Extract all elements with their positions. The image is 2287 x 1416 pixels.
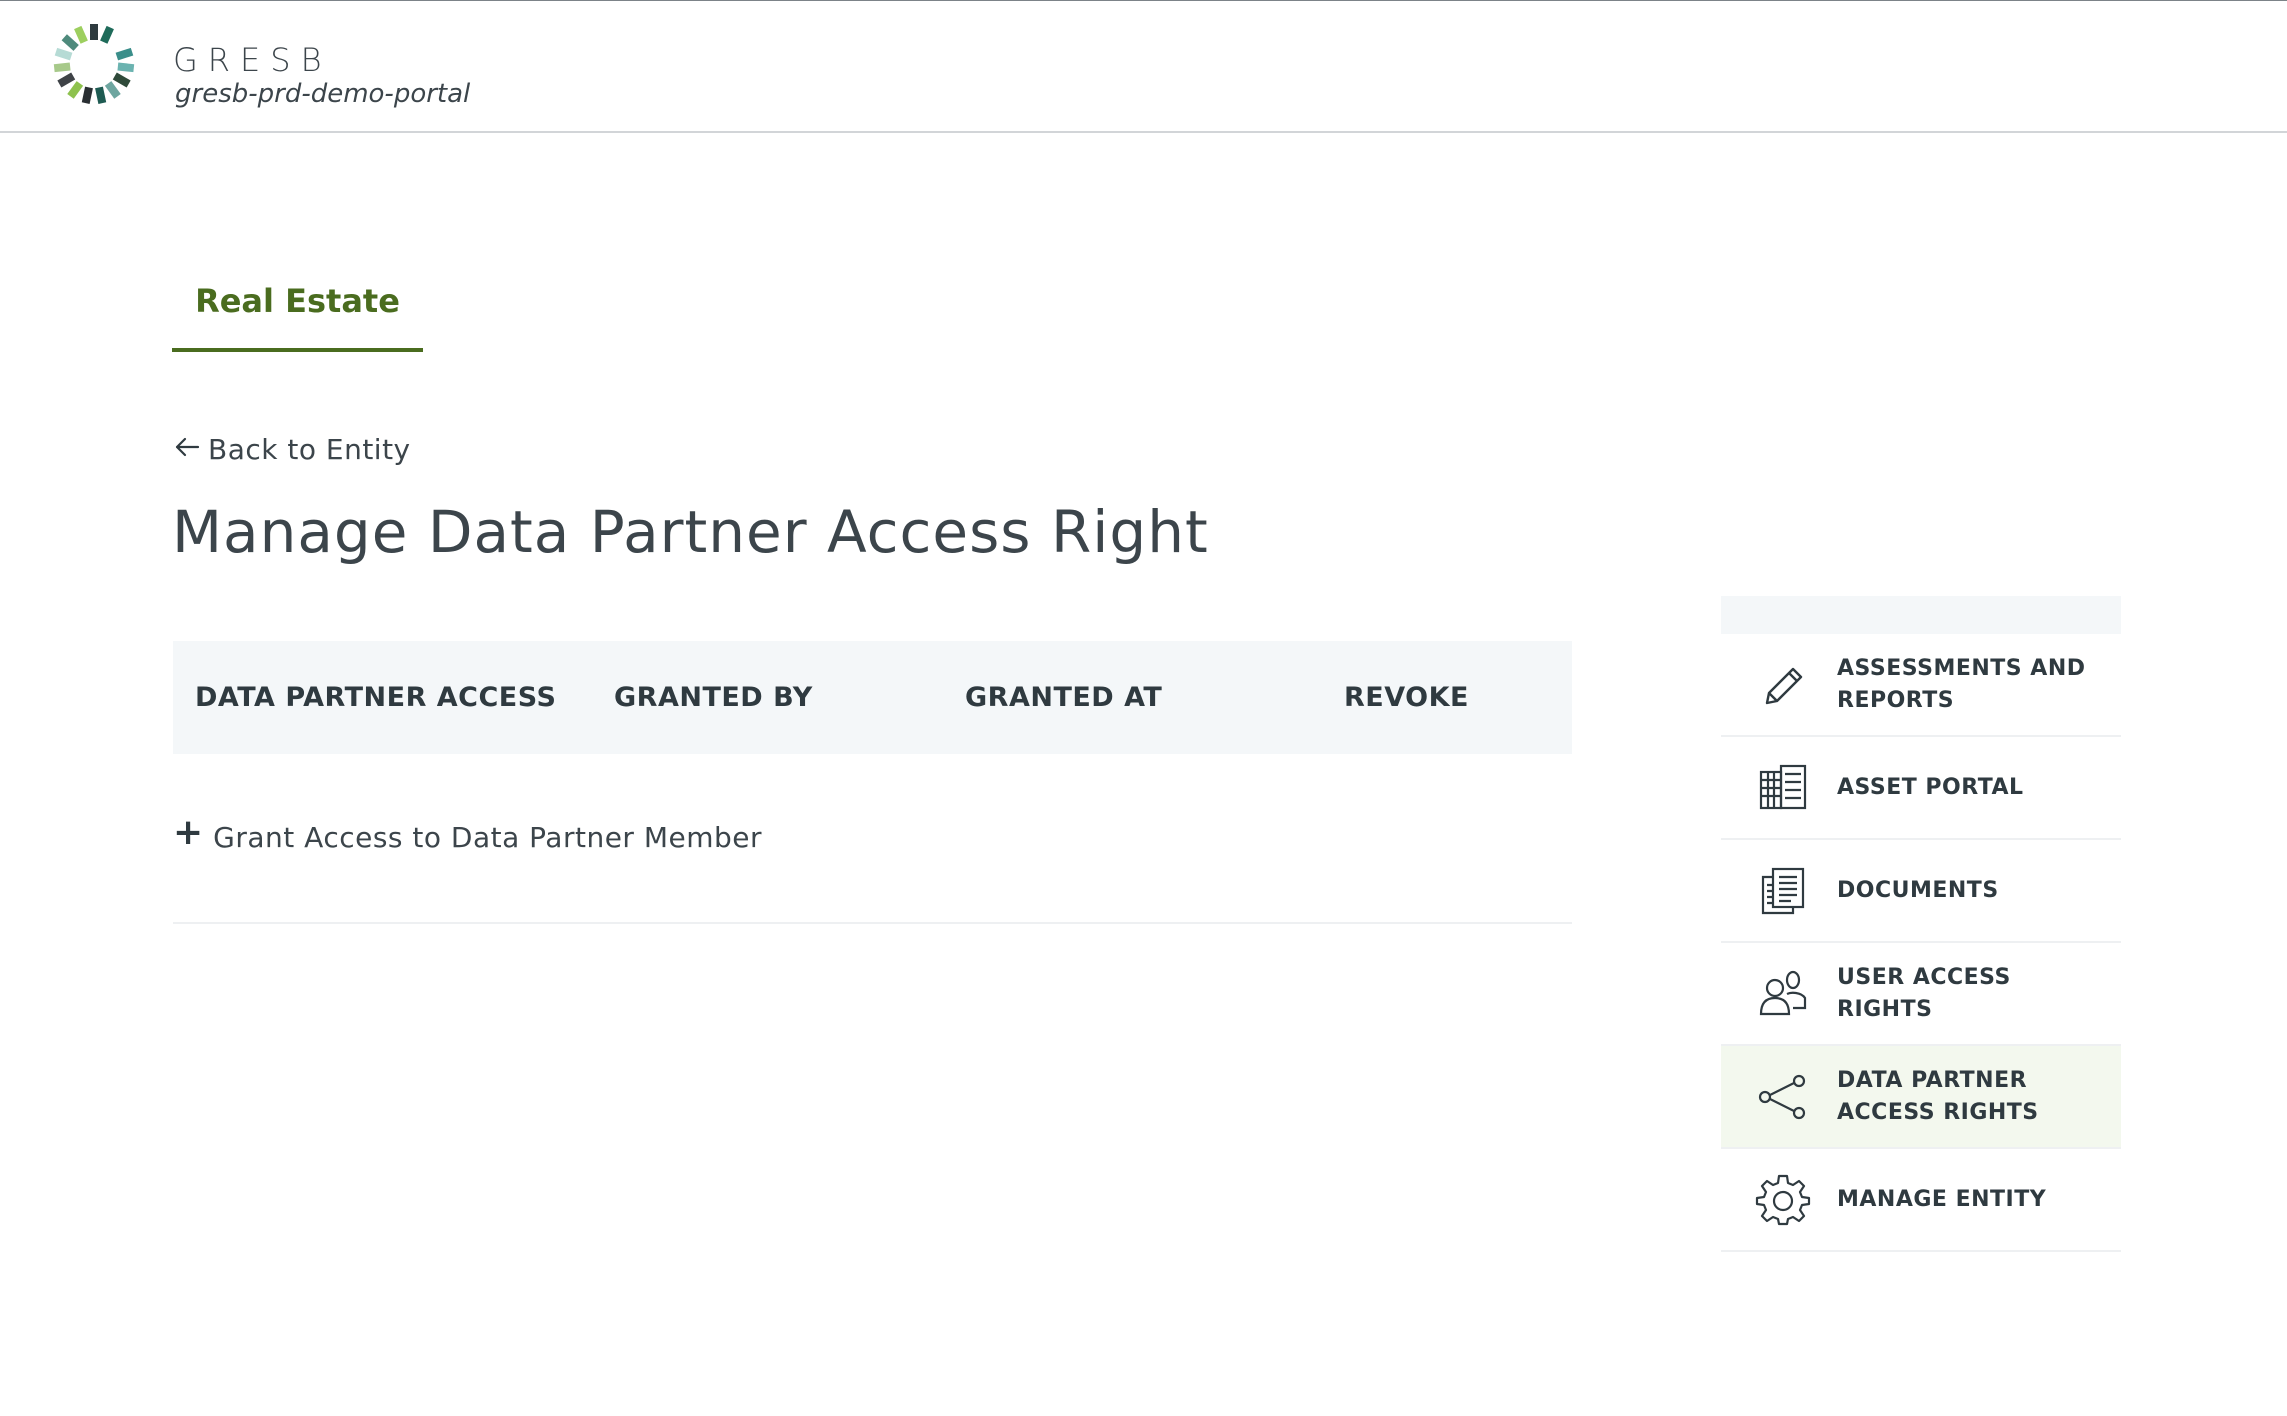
menu-label: ASSET PORTAL xyxy=(1837,774,2024,800)
buildings-icon xyxy=(1755,760,1811,816)
column-header-granted-by: GRANTED BY xyxy=(614,682,813,713)
column-header-data-partner-access: DATA PARTNER ACCESS xyxy=(195,682,557,713)
portal-name: gresb-prd-demo-portal xyxy=(175,79,471,109)
menu-label: DOCUMENTS xyxy=(1837,877,1999,903)
menu-label: DATA PARTNER ACCESS RIGHTS xyxy=(1837,1067,2039,1125)
column-header-revoke: REVOKE xyxy=(1344,682,1469,713)
arrow-left-icon xyxy=(172,432,208,466)
menu-label: USER ACCESS RIGHTS xyxy=(1837,964,2011,1022)
gresb-logo-icon[interactable] xyxy=(50,20,138,108)
tab-real-estate[interactable]: Real Estate xyxy=(172,274,423,352)
back-to-entity-link[interactable]: Back to Entity xyxy=(172,428,411,470)
menu-item-assessments-and-reports[interactable]: ASSESSMENTS AND REPORTS xyxy=(1721,634,2121,737)
menu-item-data-partner-access-rights[interactable]: DATA PARTNER ACCESS RIGHTS xyxy=(1721,1046,2121,1149)
back-link-label: Back to Entity xyxy=(208,432,411,466)
plus-icon: + xyxy=(173,812,204,853)
menu-item-documents[interactable]: DOCUMENTS xyxy=(1721,840,2121,943)
app-header: GRESB gresb-prd-demo-portal xyxy=(0,0,2287,133)
side-menu: ASSESSMENTS AND REPORTS ASSET PORTAL DOC… xyxy=(1721,634,2121,1252)
users-icon xyxy=(1755,966,1811,1022)
page-title: Manage Data Partner Access Right xyxy=(172,498,1209,566)
table-divider xyxy=(173,922,1572,924)
documents-icon xyxy=(1755,863,1811,919)
column-header-granted-at: GRANTED AT xyxy=(965,682,1163,713)
grant-access-label: Grant Access to Data Partner Member xyxy=(213,820,763,854)
pencil-icon xyxy=(1755,657,1811,713)
table-header: DATA PARTNER ACCESS GRANTED BY GRANTED A… xyxy=(173,641,1572,754)
menu-item-manage-entity[interactable]: MANAGE ENTITY xyxy=(1721,1149,2121,1252)
brand-name: GRESB xyxy=(173,41,332,79)
menu-label: MANAGE ENTITY xyxy=(1837,1186,2047,1212)
menu-label: ASSESSMENTS AND REPORTS xyxy=(1837,655,2086,713)
side-menu-header xyxy=(1721,596,2121,634)
gear-icon xyxy=(1755,1172,1811,1228)
share-icon xyxy=(1755,1069,1811,1125)
menu-item-user-access-rights[interactable]: USER ACCESS RIGHTS xyxy=(1721,943,2121,1046)
menu-item-asset-portal[interactable]: ASSET PORTAL xyxy=(1721,737,2121,840)
tab-label: Real Estate xyxy=(195,282,400,320)
grant-access-button[interactable]: + Grant Access to Data Partner Member xyxy=(173,812,762,862)
